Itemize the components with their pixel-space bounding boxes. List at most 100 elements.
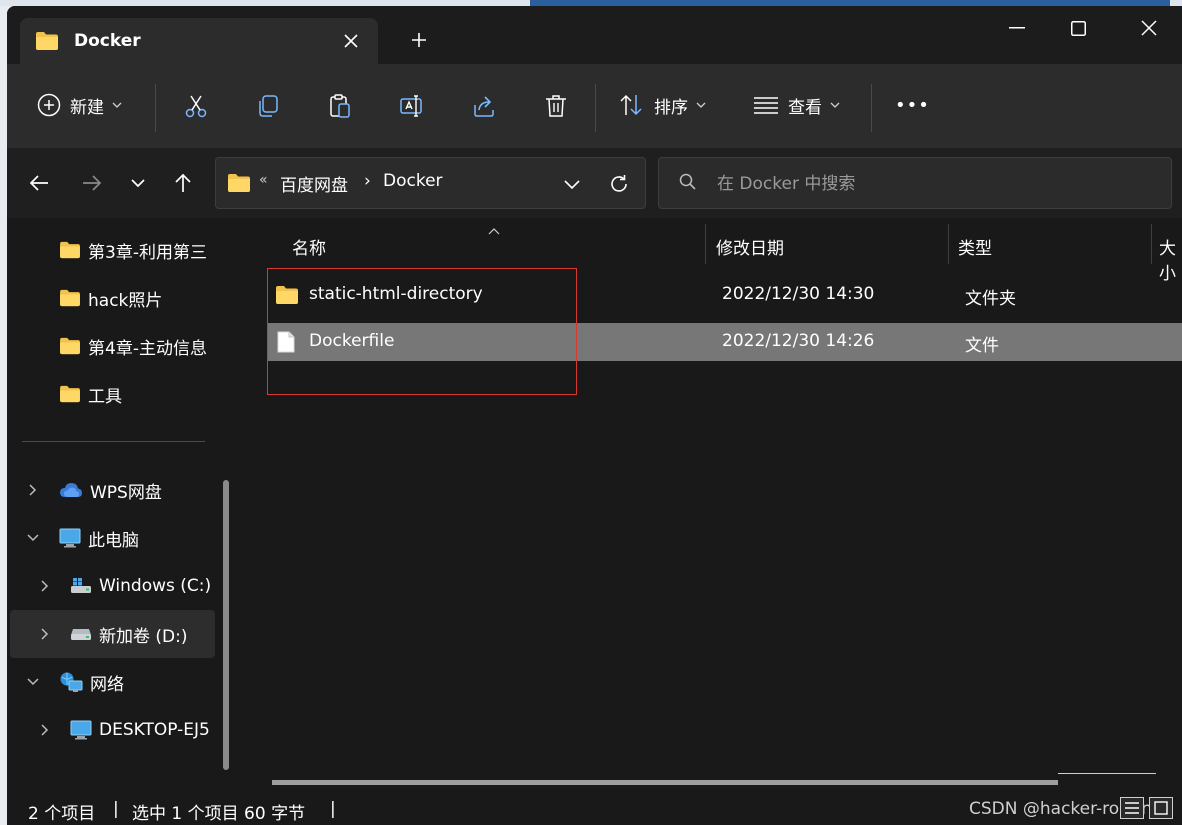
toolbar-divider: [155, 84, 156, 132]
tiles-view-icon[interactable]: [1149, 797, 1173, 819]
folder-icon: [59, 385, 81, 403]
view-button[interactable]: 查看: [753, 85, 840, 125]
view-icon: [754, 97, 778, 114]
folder-icon: [35, 31, 59, 55]
column-divider[interactable]: [705, 224, 706, 264]
sidebar-item-network[interactable]: 网络: [59, 660, 219, 704]
chevron-down-icon: [830, 102, 840, 108]
close-window-icon[interactable]: [1127, 12, 1171, 44]
refresh-icon[interactable]: [605, 170, 633, 198]
search-box: [658, 157, 1172, 209]
breadcrumb-separator: ›: [364, 171, 371, 191]
sidebar-item-wps-cloud[interactable]: WPS网盘: [59, 468, 219, 512]
recent-locations-chevron-icon[interactable]: [120, 165, 156, 201]
sidebar-item-chapter4[interactable]: 第4章-主动信息: [59, 324, 219, 368]
scrollbar-track-line: [1058, 773, 1156, 774]
sidebar-item-hack-photos[interactable]: hack照片: [59, 276, 219, 320]
toolbar-divider: [871, 84, 872, 132]
column-header-date[interactable]: 修改日期: [716, 234, 784, 259]
windows-drive-icon: [70, 577, 92, 595]
rename-icon[interactable]: [392, 86, 432, 126]
command-bar: 新建 排序 查看 •••: [7, 64, 1182, 148]
sidebar-item-desktop-ej5[interactable]: DESKTOP-EJ5: [70, 708, 222, 752]
chevron-right-icon[interactable]: [35, 720, 55, 740]
sidebar-item-label: 新加卷 (D:): [99, 626, 188, 647]
sidebar-item-label: WPS网盘: [90, 482, 162, 503]
chevron-right-icon[interactable]: [35, 576, 55, 596]
chevron-right-icon[interactable]: [35, 624, 55, 644]
sidebar-item-label: 第4章-主动信息: [88, 338, 207, 359]
breadcrumb-overflow[interactable]: «: [259, 172, 268, 188]
file-type: 文件夹: [965, 289, 1016, 309]
folder-icon: [275, 285, 299, 309]
minimize-icon[interactable]: [995, 12, 1039, 44]
table-row[interactable]: Dockerfile 2022/12/30 14:26 文件: [267, 323, 1182, 361]
add-circle-icon: [37, 93, 61, 117]
file-icon: [277, 331, 295, 357]
folder-icon: [59, 289, 81, 307]
chevron-down-icon[interactable]: [23, 528, 43, 548]
toolbar-divider: [595, 84, 596, 132]
sort-button[interactable]: 排序: [619, 85, 706, 125]
more-icon: •••: [895, 94, 930, 116]
forward-arrow-icon[interactable]: [74, 165, 110, 201]
chevron-down-icon[interactable]: [558, 170, 586, 198]
table-row[interactable]: static-html-directory 2022/12/30 14:30 文…: [267, 276, 1182, 314]
tab-docker[interactable]: Docker: [20, 18, 378, 64]
breadcrumb-docker[interactable]: Docker: [383, 171, 443, 191]
file-list: 名称 修改日期 类型 大小 static-html-directory 2022…: [245, 218, 1182, 790]
sidebar-scrollbar[interactable]: [223, 480, 229, 770]
copy-icon[interactable]: [248, 86, 288, 126]
file-name: static-html-directory: [309, 284, 483, 304]
title-bar: Docker: [7, 6, 1182, 64]
sidebar-divider: [22, 441, 205, 442]
address-row: « 百度网盘 › Docker: [7, 148, 1182, 218]
tab-title: Docker: [74, 31, 141, 51]
column-header-name[interactable]: 名称: [292, 234, 326, 259]
folder-icon: [59, 337, 81, 355]
computer-icon: [59, 528, 81, 548]
breadcrumb-baidu-netdisk[interactable]: 百度网盘: [280, 171, 348, 196]
delete-icon[interactable]: [536, 86, 576, 126]
search-input[interactable]: [717, 171, 1137, 197]
address-bar[interactable]: « 百度网盘 › Docker: [215, 157, 646, 209]
new-button[interactable]: 新建: [37, 85, 122, 125]
folder-icon: [59, 241, 81, 259]
details-view-icon[interactable]: [1120, 797, 1144, 819]
status-separator: |: [330, 799, 336, 819]
item-count: 2 个项目: [28, 804, 96, 824]
maximize-icon[interactable]: [1056, 12, 1100, 44]
sidebar-item-label: 网络: [90, 674, 124, 695]
sort-label: 排序: [654, 97, 688, 118]
view-label: 查看: [788, 97, 822, 118]
share-icon[interactable]: [464, 86, 504, 126]
file-type: 文件: [965, 336, 999, 356]
sidebar-item-label: Windows (C:): [99, 576, 212, 596]
up-arrow-icon[interactable]: [165, 165, 201, 201]
column-header-type[interactable]: 类型: [958, 234, 992, 259]
sidebar-item-drive-d[interactable]: 新加卷 (D:): [70, 612, 222, 656]
new-tab-button[interactable]: [405, 26, 433, 54]
cut-icon[interactable]: [176, 86, 216, 126]
chevron-down-icon[interactable]: [23, 672, 43, 692]
sidebar-item-drive-c[interactable]: Windows (C:): [70, 564, 222, 608]
back-arrow-icon[interactable]: [21, 165, 57, 201]
paste-icon[interactable]: [320, 86, 360, 126]
network-icon: [59, 671, 83, 693]
selection-info: 选中 1 个项目 60 字节: [132, 804, 306, 824]
sidebar-item-chapter3[interactable]: 第3章-利用第三: [59, 228, 219, 272]
drive-icon: [70, 627, 92, 641]
more-options-button[interactable]: •••: [895, 85, 930, 125]
sidebar-item-this-pc[interactable]: 此电脑: [59, 516, 219, 560]
status-separator: |: [113, 799, 119, 819]
column-divider[interactable]: [1151, 224, 1152, 264]
file-explorer-window: Docker 新建 排序 查看 ••• « 百度网盘 › Docker 在 Do…: [7, 6, 1182, 825]
close-tab-icon[interactable]: [338, 28, 364, 54]
column-divider[interactable]: [948, 224, 949, 264]
sidebar-item-label: 工具: [88, 386, 122, 407]
file-date: 2022/12/30 14:30: [722, 284, 875, 304]
chevron-down-icon: [112, 102, 122, 108]
chevron-down-icon: [696, 102, 706, 108]
sidebar-item-tools[interactable]: 工具: [59, 372, 219, 416]
chevron-right-icon[interactable]: [23, 480, 43, 500]
